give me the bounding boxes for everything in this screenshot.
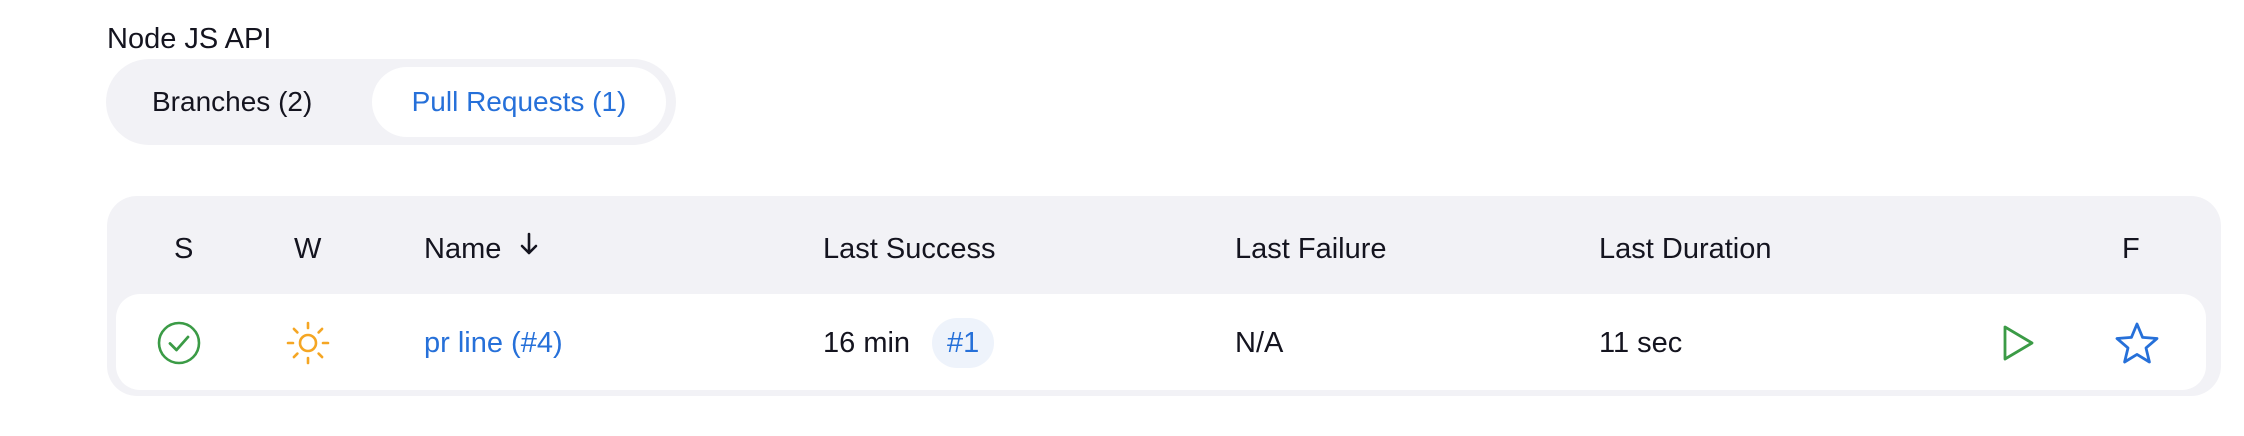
column-header-weather[interactable]: W bbox=[294, 231, 321, 267]
column-header-name-label: Name bbox=[424, 233, 502, 265]
check-circle-icon bbox=[156, 320, 202, 371]
arrow-down-icon bbox=[519, 229, 539, 265]
tab-bar: Branches (2) Pull Requests (1) bbox=[106, 59, 676, 145]
column-header-last-success[interactable]: Last Success bbox=[823, 231, 995, 267]
project-title: Node JS API bbox=[107, 23, 272, 55]
last-success-build-link[interactable]: #1 bbox=[932, 318, 995, 368]
play-icon[interactable] bbox=[1997, 322, 2039, 369]
star-icon[interactable] bbox=[2113, 320, 2161, 373]
job-link-pr-line[interactable]: pr line (#4) bbox=[424, 325, 563, 361]
tab-branches[interactable]: Branches (2) bbox=[152, 67, 312, 137]
column-header-last-failure[interactable]: Last Failure bbox=[1235, 231, 1387, 267]
last-duration-value: 11 sec bbox=[1599, 327, 1683, 359]
last-success-time: 16 min bbox=[823, 327, 911, 359]
column-header-name[interactable]: Name bbox=[424, 231, 539, 267]
column-header-status[interactable]: S bbox=[174, 231, 193, 267]
column-header-favorite: F bbox=[2122, 233, 2140, 265]
last-failure-value: N/A bbox=[1235, 327, 1284, 359]
column-header-last-duration[interactable]: Last Duration bbox=[1599, 231, 1772, 267]
sun-icon bbox=[285, 320, 331, 371]
tab-pull-requests[interactable]: Pull Requests (1) bbox=[372, 67, 666, 137]
